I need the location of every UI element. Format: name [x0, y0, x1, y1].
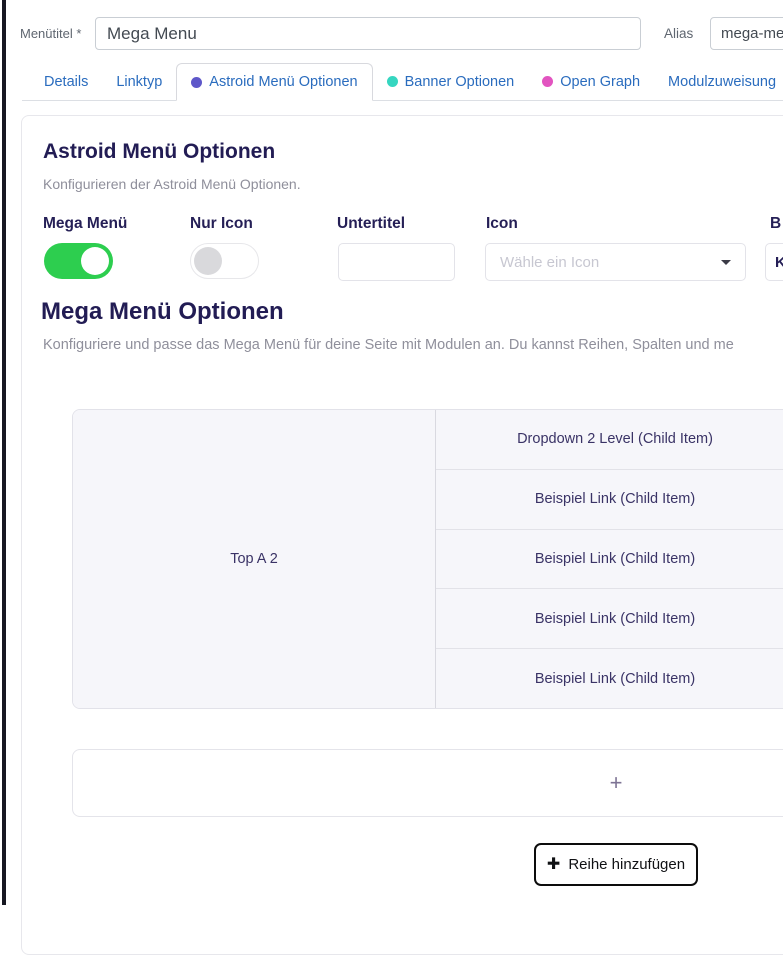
astroid-options-panel: Astroid Menü Optionen Konfigurieren der … — [21, 115, 783, 955]
badge-label-clipped: B — [770, 215, 781, 233]
icon-select[interactable]: Wähle ein Icon — [485, 243, 746, 281]
tab-modulzuweisung[interactable]: Modulzuweisung — [654, 63, 783, 100]
mega-menu-label: Mega Menü — [43, 215, 127, 233]
megamenu-child-item[interactable]: Beispiel Link (Child Item) — [436, 649, 783, 708]
menu-title-input[interactable] — [95, 17, 641, 50]
tab-details[interactable]: Details — [30, 63, 102, 100]
astroid-tab-dot-icon — [191, 77, 202, 88]
tab-details-label: Details — [44, 74, 88, 90]
badge-select-clipped[interactable]: K — [765, 243, 783, 281]
untertitel-label: Untertitel — [337, 215, 405, 233]
badge-select-value: K — [775, 254, 783, 271]
mega-menu-section-title: Mega Menü Optionen — [41, 298, 284, 326]
megamenu-children-column: Dropdown 2 Level (Child Item) Beispiel L… — [436, 410, 783, 708]
megamenu-child-item[interactable]: Dropdown 2 Level (Child Item) — [436, 410, 783, 470]
alias-label: Alias — [664, 26, 693, 41]
tab-modulzuweisung-label: Modulzuweisung — [668, 74, 776, 90]
mega-menu-toggle-knob — [81, 247, 109, 275]
plus-icon: ✚ — [547, 857, 560, 873]
opengraph-tab-dot-icon — [542, 76, 553, 87]
sidebar-edge-strip — [2, 0, 6, 905]
tab-linktyp-label: Linktyp — [116, 74, 162, 90]
tab-banner-label: Banner Optionen — [405, 74, 515, 90]
megamenu-child-item[interactable]: Beispiel Link (Child Item) — [436, 589, 783, 649]
icon-label: Icon — [486, 215, 518, 233]
nur-icon-label: Nur Icon — [190, 215, 253, 233]
megamenu-parent-cell[interactable]: Top A 2 — [73, 410, 436, 708]
megamenu-builder-grid: Top A 2 Dropdown 2 Level (Child Item) Be… — [72, 409, 783, 709]
icon-select-placeholder: Wähle ein Icon — [500, 254, 721, 271]
tab-opengraph-label: Open Graph — [560, 74, 640, 90]
tab-astroid-menu-optionen[interactable]: Astroid Menü Optionen — [176, 63, 372, 101]
tab-bar: Details Linktyp Astroid Menü Optionen Ba… — [22, 63, 783, 101]
add-column-button[interactable]: + — [610, 772, 623, 794]
megamenu-child-item[interactable]: Beispiel Link (Child Item) — [436, 530, 783, 590]
tab-linktyp[interactable]: Linktyp — [102, 63, 176, 100]
alias-input[interactable] — [710, 17, 783, 50]
astroid-section-subtitle: Konfigurieren der Astroid Menü Optionen. — [43, 176, 301, 192]
empty-row-container: + — [72, 749, 783, 817]
menu-title-label: Menütitel * — [20, 26, 81, 41]
add-row-button[interactable]: ✚ Reihe hinzufügen — [534, 843, 698, 886]
banner-tab-dot-icon — [387, 76, 398, 87]
mega-menu-toggle[interactable] — [44, 243, 113, 279]
tab-banner-optionen[interactable]: Banner Optionen — [373, 63, 529, 100]
nur-icon-toggle-knob — [194, 247, 222, 275]
tab-open-graph[interactable]: Open Graph — [528, 63, 654, 100]
megamenu-child-item[interactable]: Beispiel Link (Child Item) — [436, 470, 783, 530]
nur-icon-toggle[interactable] — [190, 243, 259, 279]
astroid-section-title: Astroid Menü Optionen — [43, 140, 275, 164]
add-row-button-label: Reihe hinzufügen — [568, 856, 685, 873]
mega-menu-section-description: Konfiguriere und passe das Mega Menü für… — [43, 337, 783, 353]
tab-astroid-label: Astroid Menü Optionen — [209, 74, 357, 90]
untertitel-input[interactable] — [338, 243, 455, 281]
chevron-down-icon — [721, 260, 731, 265]
